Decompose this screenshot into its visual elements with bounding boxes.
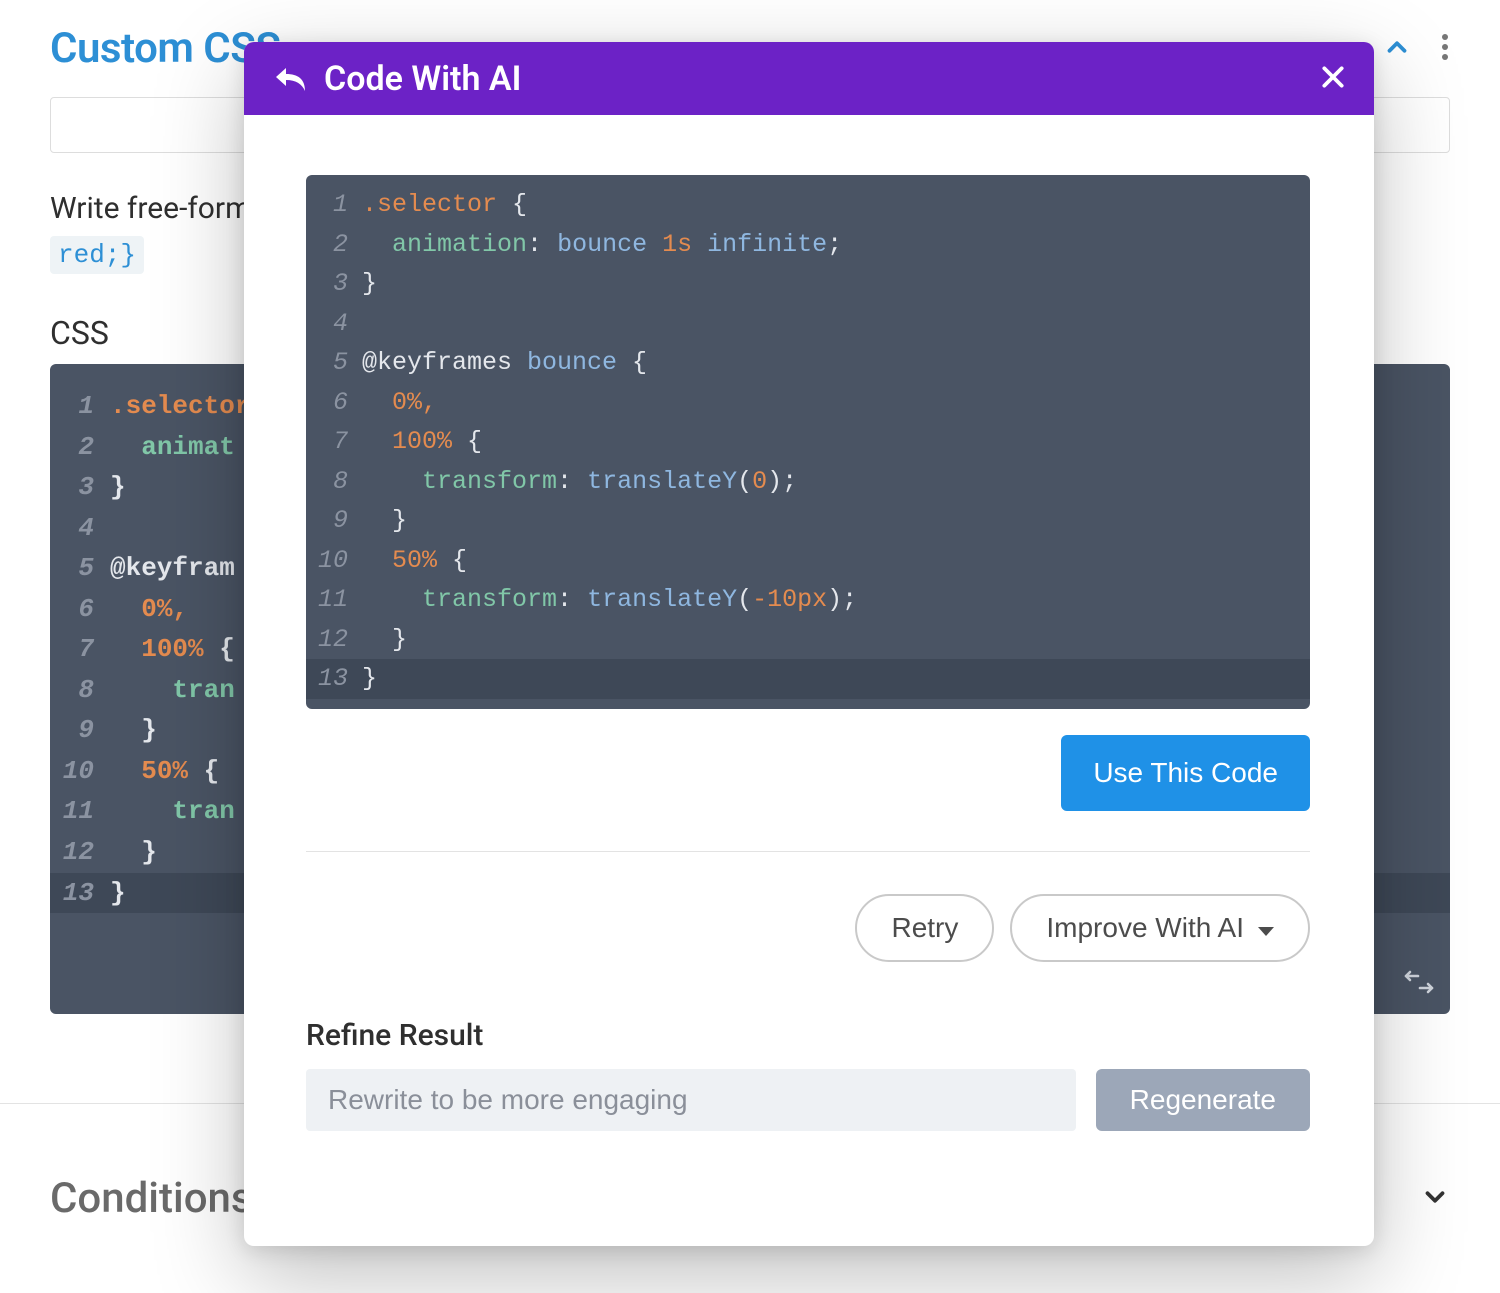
code-line: 4	[306, 304, 1310, 344]
code-content: transform: translateY(0);	[362, 462, 1310, 502]
code-line: 8 transform: translateY(0);	[306, 462, 1310, 502]
use-code-row: Use This Code	[306, 735, 1310, 851]
line-number: 12	[306, 620, 362, 660]
line-number: 3	[50, 467, 110, 508]
retry-label: Retry	[891, 912, 958, 944]
action-row: Retry Improve With AI	[306, 894, 1310, 962]
back-icon[interactable]	[272, 64, 306, 94]
line-number: 5	[306, 343, 362, 383]
code-line: 11 transform: translateY(-10px);	[306, 580, 1310, 620]
close-icon[interactable]	[1320, 59, 1346, 99]
code-with-ai-modal: Code With AI 1.selector {2 animation: bo…	[244, 42, 1374, 1246]
line-number: 2	[50, 427, 110, 468]
expand-icon[interactable]	[1420, 1182, 1450, 1216]
code-content: .selector {	[362, 185, 1310, 225]
retry-button[interactable]: Retry	[855, 894, 994, 962]
modal-title: Code With AI	[324, 59, 1320, 99]
code-content: }	[362, 501, 1310, 541]
line-number: 4	[50, 508, 110, 549]
conditions-title: Conditions	[50, 1174, 253, 1223]
use-this-code-button[interactable]: Use This Code	[1061, 735, 1310, 811]
line-number: 12	[50, 832, 110, 873]
line-number: 7	[306, 422, 362, 462]
code-line: 2 animation: bounce 1s infinite;	[306, 225, 1310, 265]
code-line: 10 50% {	[306, 541, 1310, 581]
line-number: 7	[50, 629, 110, 670]
code-line: 9 }	[306, 501, 1310, 541]
code-line: 1.selector {	[306, 185, 1310, 225]
line-number: 11	[306, 580, 362, 620]
improve-label: Improve With AI	[1046, 912, 1244, 944]
line-number: 8	[50, 670, 110, 711]
line-number: 6	[50, 589, 110, 630]
code-content: }	[362, 659, 1310, 699]
collapse-icon[interactable]	[1382, 32, 1412, 66]
code-line: 7 100% {	[306, 422, 1310, 462]
modal-body: 1.selector {2 animation: bounce 1s infin…	[244, 115, 1374, 1246]
line-number: 6	[306, 383, 362, 423]
code-content: 0%,	[362, 383, 1310, 423]
refine-result-label: Refine Result	[306, 1018, 1310, 1053]
regenerate-button[interactable]: Regenerate	[1096, 1069, 1310, 1131]
line-number: 5	[50, 548, 110, 589]
divider	[306, 851, 1310, 852]
line-number: 13	[50, 873, 110, 914]
example-chip: red;}	[50, 236, 144, 274]
code-line: 5@keyframes bounce {	[306, 343, 1310, 383]
modal-header: Code With AI	[244, 42, 1374, 115]
improve-with-ai-button[interactable]: Improve With AI	[1010, 894, 1310, 962]
line-number: 10	[50, 751, 110, 792]
code-line: 13}	[306, 659, 1310, 699]
refine-row: Regenerate	[306, 1069, 1310, 1131]
line-number: 2	[306, 225, 362, 265]
code-content: 50% {	[362, 541, 1310, 581]
line-number: 3	[306, 264, 362, 304]
code-content: 100% {	[362, 422, 1310, 462]
code-line: 6 0%,	[306, 383, 1310, 423]
code-content: @keyframes bounce {	[362, 343, 1310, 383]
section-header-actions	[1382, 32, 1450, 66]
code-content: }	[362, 620, 1310, 660]
line-number: 9	[306, 501, 362, 541]
line-number: 8	[306, 462, 362, 502]
line-number: 4	[306, 304, 362, 344]
code-content: }	[362, 264, 1310, 304]
code-content: animation: bounce 1s infinite;	[362, 225, 1310, 265]
code-content	[362, 304, 1310, 344]
more-options-icon[interactable]	[1440, 32, 1450, 66]
code-line: 12 }	[306, 620, 1310, 660]
generated-code-block[interactable]: 1.selector {2 animation: bounce 1s infin…	[306, 175, 1310, 709]
chevron-down-icon	[1258, 912, 1274, 944]
line-number: 10	[306, 541, 362, 581]
line-number: 1	[50, 386, 110, 427]
code-line: 3}	[306, 264, 1310, 304]
line-number: 9	[50, 710, 110, 751]
line-number: 13	[306, 659, 362, 699]
code-content: transform: translateY(-10px);	[362, 580, 1310, 620]
line-number: 1	[306, 185, 362, 225]
line-number: 11	[50, 791, 110, 832]
resize-icon[interactable]	[1402, 968, 1436, 1000]
refine-input[interactable]	[306, 1069, 1076, 1131]
